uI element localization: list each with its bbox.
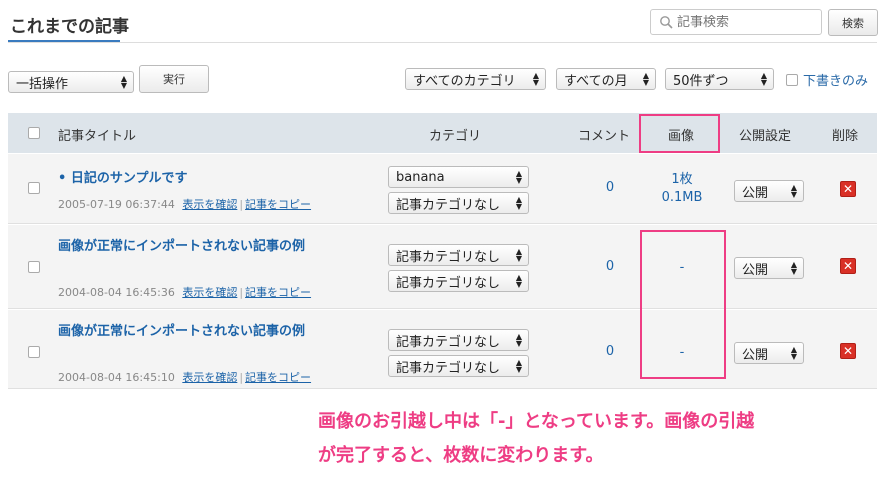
view-post-link[interactable]: 表示を確認 [182,286,237,299]
select-arrows-icon: ▲ ▼ [760,71,767,87]
post-title-link[interactable]: • 日記のサンプルです [58,168,348,189]
select-all-checkbox[interactable] [28,127,40,139]
category-select-value: 記事カテゴリなし [396,197,501,213]
search-box[interactable] [650,9,822,35]
post-date: 2005-07-19 06:37:44 [58,198,175,211]
select-arrows-icon: ▲ ▼ [120,74,127,90]
publish-select-value: 公開 [742,185,769,201]
drafts-only-label[interactable]: 下書きのみ [803,70,868,89]
category-select-2[interactable]: 記事カテゴリなし ▲ ▼ [388,192,529,214]
select-arrows-icon: ▲ ▼ [532,71,539,87]
column-title: 記事タイトル [58,129,137,144]
annotation-line-2: が完了すると、枚数に変わります。 [318,445,604,466]
table-row: 画像が正常にインポートされない記事の例 2004-08-04 16:45:10 … [8,310,877,389]
view-post-link[interactable]: 表示を確認 [182,371,237,384]
view-post-link[interactable]: 表示を確認 [182,198,237,211]
publish-select-value: 公開 [742,262,769,278]
image-size: 0.1MB [661,190,703,205]
image-count: 1枚 [671,172,693,187]
row-checkbox[interactable] [28,182,40,194]
publish-select[interactable]: 公開 ▲ ▼ [734,180,804,202]
post-meta: 2005-07-19 06:37:44 表示を確認 | 記事をコピー [58,198,312,211]
search-input[interactable] [677,14,817,30]
publish-select-value: 公開 [742,347,769,363]
select-arrows-icon: ▲ ▼ [515,169,522,185]
category-select-value: 記事カテゴリなし [396,249,501,265]
category-select-1[interactable]: 記事カテゴリなし ▲ ▼ [388,244,529,266]
drafts-only-filter[interactable]: 下書きのみ [786,70,868,89]
select-arrows-icon: ▲ ▼ [790,345,797,361]
category-filter-select[interactable]: すべてのカテゴリ ▲ ▼ [405,68,546,90]
category-select-value: 記事カテゴリなし [396,334,501,350]
delete-icon[interactable]: ✕ [840,258,856,274]
drafts-only-checkbox[interactable] [786,73,798,86]
month-filter-select[interactable]: すべての月 ▲ ▼ [556,68,656,90]
select-arrows-icon: ▲ ▼ [515,273,522,289]
category-select-1[interactable]: banana ▲ ▼ [388,166,529,188]
comment-count[interactable]: 0 [600,180,620,195]
delete-icon[interactable]: ✕ [840,343,856,359]
per-page-value: 50件ずつ [673,73,729,89]
table-header: 記事タイトル カテゴリ コメント 画像 公開設定 削除 [8,113,877,153]
select-arrows-icon: ▲ ▼ [515,358,522,374]
copy-post-link[interactable]: 記事をコピー [245,198,311,211]
bulk-action-select[interactable]: 一括操作 ▲ ▼ [8,71,134,93]
row-checkbox[interactable] [28,346,40,358]
post-date: 2004-08-04 16:45:36 [58,286,175,299]
search-button[interactable]: 検索 [828,9,878,36]
row-checkbox[interactable] [28,261,40,273]
category-filter-value: すべてのカテゴリ [413,73,516,89]
comment-count[interactable]: 0 [600,344,620,359]
select-arrows-icon: ▲ ▼ [790,183,797,199]
search-icon [660,16,673,29]
publish-select[interactable]: 公開 ▲ ▼ [734,257,804,279]
copy-post-link[interactable]: 記事をコピー [245,371,311,384]
execute-button[interactable]: 実行 [139,65,209,93]
month-filter-value: すべての月 [564,73,628,89]
post-title-link[interactable]: 画像が正常にインポートされない記事の例 [58,236,348,257]
annotation-note: 画像のお引越し中は「-」となっています。画像の引越 が完了すると、枚数に変わりま… [318,405,858,473]
select-arrows-icon: ▲ ▼ [642,71,649,87]
select-arrows-icon: ▲ ▼ [515,247,522,263]
column-delete: 削除 [832,129,859,144]
page-title: これまでの記事 [10,17,129,37]
post-date: 2004-08-04 16:45:10 [58,371,175,384]
delete-icon[interactable]: ✕ [840,181,856,197]
select-arrows-icon: ▲ ▼ [790,260,797,276]
category-select-1[interactable]: 記事カテゴリなし ▲ ▼ [388,329,529,351]
images-cells-highlight [640,230,726,379]
category-select-value: banana [396,169,445,185]
post-meta: 2004-08-04 16:45:10 表示を確認 | 記事をコピー [58,371,312,384]
column-category: カテゴリ [429,129,482,144]
category-select-2[interactable]: 記事カテゴリなし ▲ ▼ [388,355,529,377]
table-row: 画像が正常にインポートされない記事の例 2004-08-04 16:45:36 … [8,225,877,309]
select-arrows-icon: ▲ ▼ [515,332,522,348]
column-publish: 公開設定 [739,129,792,144]
images-column-highlight [639,114,720,153]
comment-count[interactable]: 0 [600,259,620,274]
image-cell[interactable]: 1枚 0.1MB [642,171,722,207]
bulk-action-value: 一括操作 [16,76,69,92]
select-arrows-icon: ▲ ▼ [515,195,522,211]
column-comments: コメント [578,129,631,144]
per-page-select[interactable]: 50件ずつ ▲ ▼ [665,68,774,90]
post-title-link[interactable]: 画像が正常にインポートされない記事の例 [58,321,348,342]
title-divider [8,42,877,43]
category-select-value: 記事カテゴリなし [396,275,501,291]
copy-post-link[interactable]: 記事をコピー [245,286,311,299]
category-select-2[interactable]: 記事カテゴリなし ▲ ▼ [388,270,529,292]
category-select-value: 記事カテゴリなし [396,360,501,376]
table-row: • 日記のサンプルです 2005-07-19 06:37:44 表示を確認 | 記事… [8,154,877,224]
annotation-line-1: 画像のお引越し中は「-」となっています。画像の引越 [318,411,755,432]
publish-select[interactable]: 公開 ▲ ▼ [734,342,804,364]
post-meta: 2004-08-04 16:45:36 表示を確認 | 記事をコピー [58,286,312,299]
